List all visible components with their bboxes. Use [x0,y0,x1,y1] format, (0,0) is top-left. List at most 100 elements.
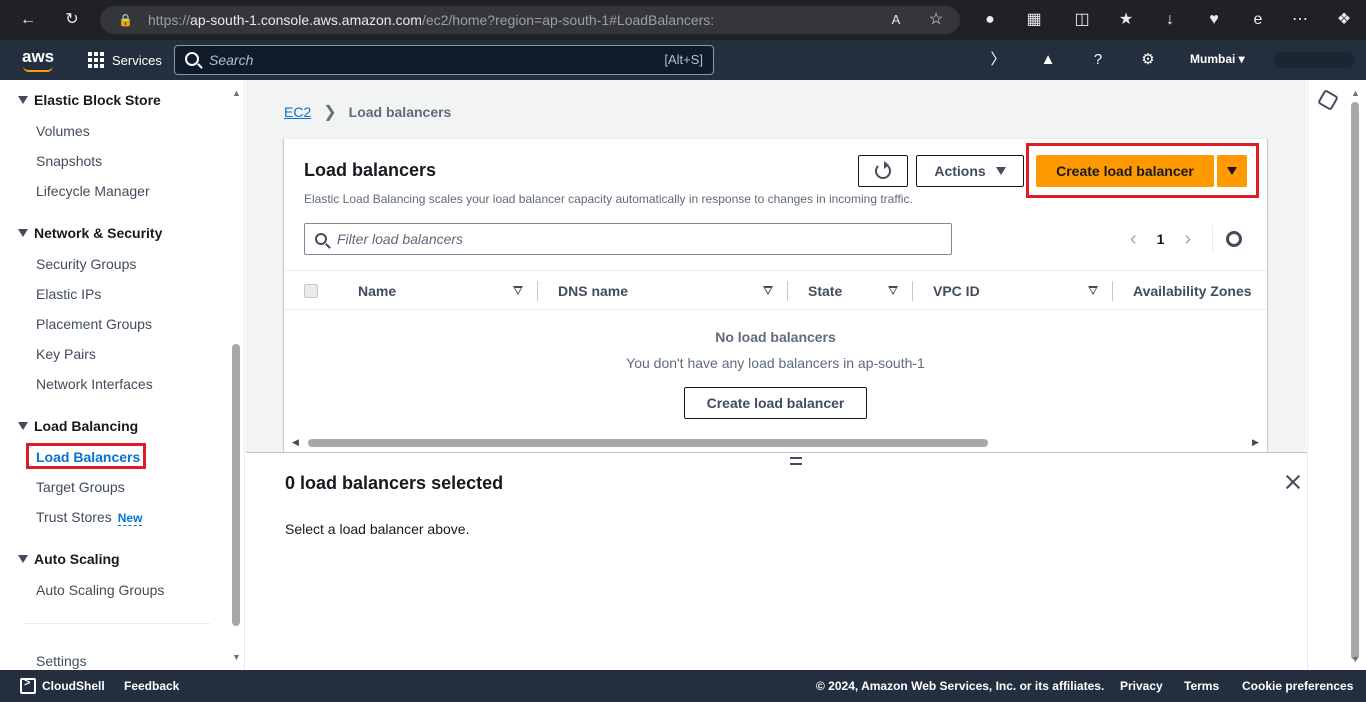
browser-essentials-icon[interactable]: ♥ [1204,10,1224,30]
sidebar-item-security-groups[interactable]: Security Groups [36,256,136,272]
split-panel-title: 0 load balancers selected [285,473,504,493]
page-number[interactable]: 1 [1157,231,1165,247]
scroll-up-arrow[interactable]: ▲ [1351,88,1360,98]
column-header-availability-zones[interactable]: Availability Zones [1133,283,1252,299]
copilot-icon[interactable]: ❖ [1334,10,1354,30]
console-search[interactable]: [Alt+S] [174,45,714,75]
sidebar-scrollbar[interactable] [232,344,240,626]
sidebar-section-auto-scaling[interactable]: Auto Scaling [18,551,120,567]
favorites-icon[interactable]: ★ [1116,10,1136,30]
help-icon[interactable]: ? [1088,50,1108,70]
settings-gear-icon[interactable]: ⚙ [1138,50,1158,70]
collapse-icon [18,555,28,563]
services-grid-icon [88,52,104,68]
breadcrumb-ec2[interactable]: EC2 [284,104,311,120]
divider [1212,225,1213,253]
sidebar-item-placement-groups[interactable]: Placement Groups [36,316,152,332]
region-selector[interactable]: Mumbai ▾ [1190,52,1245,66]
column-divider[interactable] [1112,281,1113,301]
scroll-up-arrow[interactable]: ▲ [232,88,241,98]
pagination: ‹ 1 › [1130,229,1191,249]
sidebar-item-elastic-ips[interactable]: Elastic IPs [36,286,101,302]
split-screen-icon[interactable]: ◫ [1072,10,1092,30]
load-balancers-table-panel: Load balancers Elastic Load Balancing sc… [284,138,1267,452]
sidebar-item-network-interfaces[interactable]: Network Interfaces [36,376,153,392]
read-aloud-icon[interactable]: A [886,10,906,30]
sort-icon[interactable] [763,286,773,295]
sidebar-section-network-security[interactable]: Network & Security [18,225,162,241]
edge-icon[interactable]: e [1248,10,1268,30]
next-page-icon[interactable]: › [1184,229,1191,249]
privacy-link[interactable]: Privacy [1120,679,1163,693]
column-header-dns-name[interactable]: DNS name [558,283,628,299]
close-icon[interactable] [1284,473,1302,491]
aws-logo[interactable]: aws [22,47,56,73]
actions-button[interactable]: Actions [916,155,1024,187]
cookie-preferences-link[interactable]: Cookie preferences [1242,679,1353,693]
address-bar[interactable]: 🔒 https://ap-south-1.console.aws.amazon.… [100,6,960,34]
sidebar-section-elastic-block-store[interactable]: Elastic Block Store [18,92,161,108]
column-divider[interactable] [912,281,913,301]
copyright: © 2024, Amazon Web Services, Inc. or its… [816,679,1105,693]
sort-icon[interactable] [513,286,523,295]
sidebar-item-load-balancers[interactable]: Load Balancers [36,449,140,465]
prev-page-icon[interactable]: ‹ [1130,229,1137,249]
cloudshell-icon[interactable]: 〉 [988,50,1008,70]
sidebar-item-lifecycle-manager[interactable]: Lifecycle Manager [36,183,150,199]
search-icon [185,52,199,66]
column-header-name[interactable]: Name [358,283,396,299]
create-load-balancer-button[interactable]: Create load balancer [1036,155,1214,187]
downloads-icon[interactable]: ↓ [1160,10,1180,30]
page-description: Elastic Load Balancing scales your load … [304,192,913,206]
scroll-down-arrow[interactable]: ▼ [1351,654,1360,664]
scroll-left-arrow[interactable]: ◀ [292,437,299,448]
sidebar-item-key-pairs[interactable]: Key Pairs [36,346,96,362]
browser-toolbar: ← ↻ 🔒 https://ap-south-1.console.aws.ama… [0,0,1366,40]
scroll-right-arrow[interactable]: ▶ [1252,437,1259,448]
table-horizontal-scrollbar[interactable] [308,439,988,447]
column-divider[interactable] [537,281,538,301]
sidebar-item-target-groups[interactable]: Target Groups [36,479,125,495]
sidebar-section-load-balancing[interactable]: Load Balancing [18,418,138,434]
reload-icon[interactable]: ↻ [62,10,82,30]
cloudshell-button[interactable]: CloudShell [20,677,105,694]
extensions-puzzle-icon[interactable]: ▦ [1024,10,1044,30]
notifications-bell-icon[interactable]: ▲ [1038,50,1058,70]
page-title: Load balancers [304,160,437,180]
feedback-link[interactable]: Feedback [124,679,179,693]
scroll-down-arrow[interactable]: ▼ [232,652,241,662]
column-divider[interactable] [787,281,788,301]
sidebar-item-snapshots[interactable]: Snapshots [36,153,102,169]
back-icon[interactable]: ← [18,10,38,30]
collapse-icon [18,422,28,430]
column-header-state[interactable]: State [808,283,842,299]
search-input[interactable] [209,50,629,70]
favorite-star-icon[interactable]: ☆ [926,10,946,30]
filter-box[interactable] [304,223,952,255]
sort-icon[interactable] [1088,286,1098,295]
refresh-button[interactable] [858,155,908,187]
sidebar-item-trust-stores[interactable]: Trust Stores New [36,509,143,526]
sidebar-item-settings[interactable]: Settings [36,653,87,669]
table-preferences-gear-icon[interactable] [1226,231,1242,247]
collapse-icon [18,229,28,237]
resize-handle-icon[interactable] [790,457,802,465]
create-dropdown-button[interactable] [1217,155,1247,187]
sort-icon[interactable] [888,286,898,295]
tools-rail: ▲ ▼ [1307,80,1366,670]
page-scrollbar[interactable] [1351,102,1359,660]
sidebar-item-volumes[interactable]: Volumes [36,123,90,139]
info-panel-icon[interactable] [1317,89,1339,111]
caret-down-icon [995,167,1006,175]
account-menu[interactable] [1274,52,1354,68]
filter-input[interactable] [337,230,937,248]
select-all-checkbox[interactable] [304,284,318,298]
terms-link[interactable]: Terms [1184,679,1219,693]
services-menu[interactable]: Services [88,50,162,70]
extension-icon[interactable]: ● [980,10,1000,30]
column-header-vpc-id[interactable]: VPC ID [933,283,980,299]
cloudshell-icon [20,677,36,694]
more-menu-icon[interactable]: ⋯ [1290,10,1310,30]
empty-create-load-balancer-button[interactable]: Create load balancer [684,387,867,419]
sidebar-item-auto-scaling-groups[interactable]: Auto Scaling Groups [36,582,164,598]
